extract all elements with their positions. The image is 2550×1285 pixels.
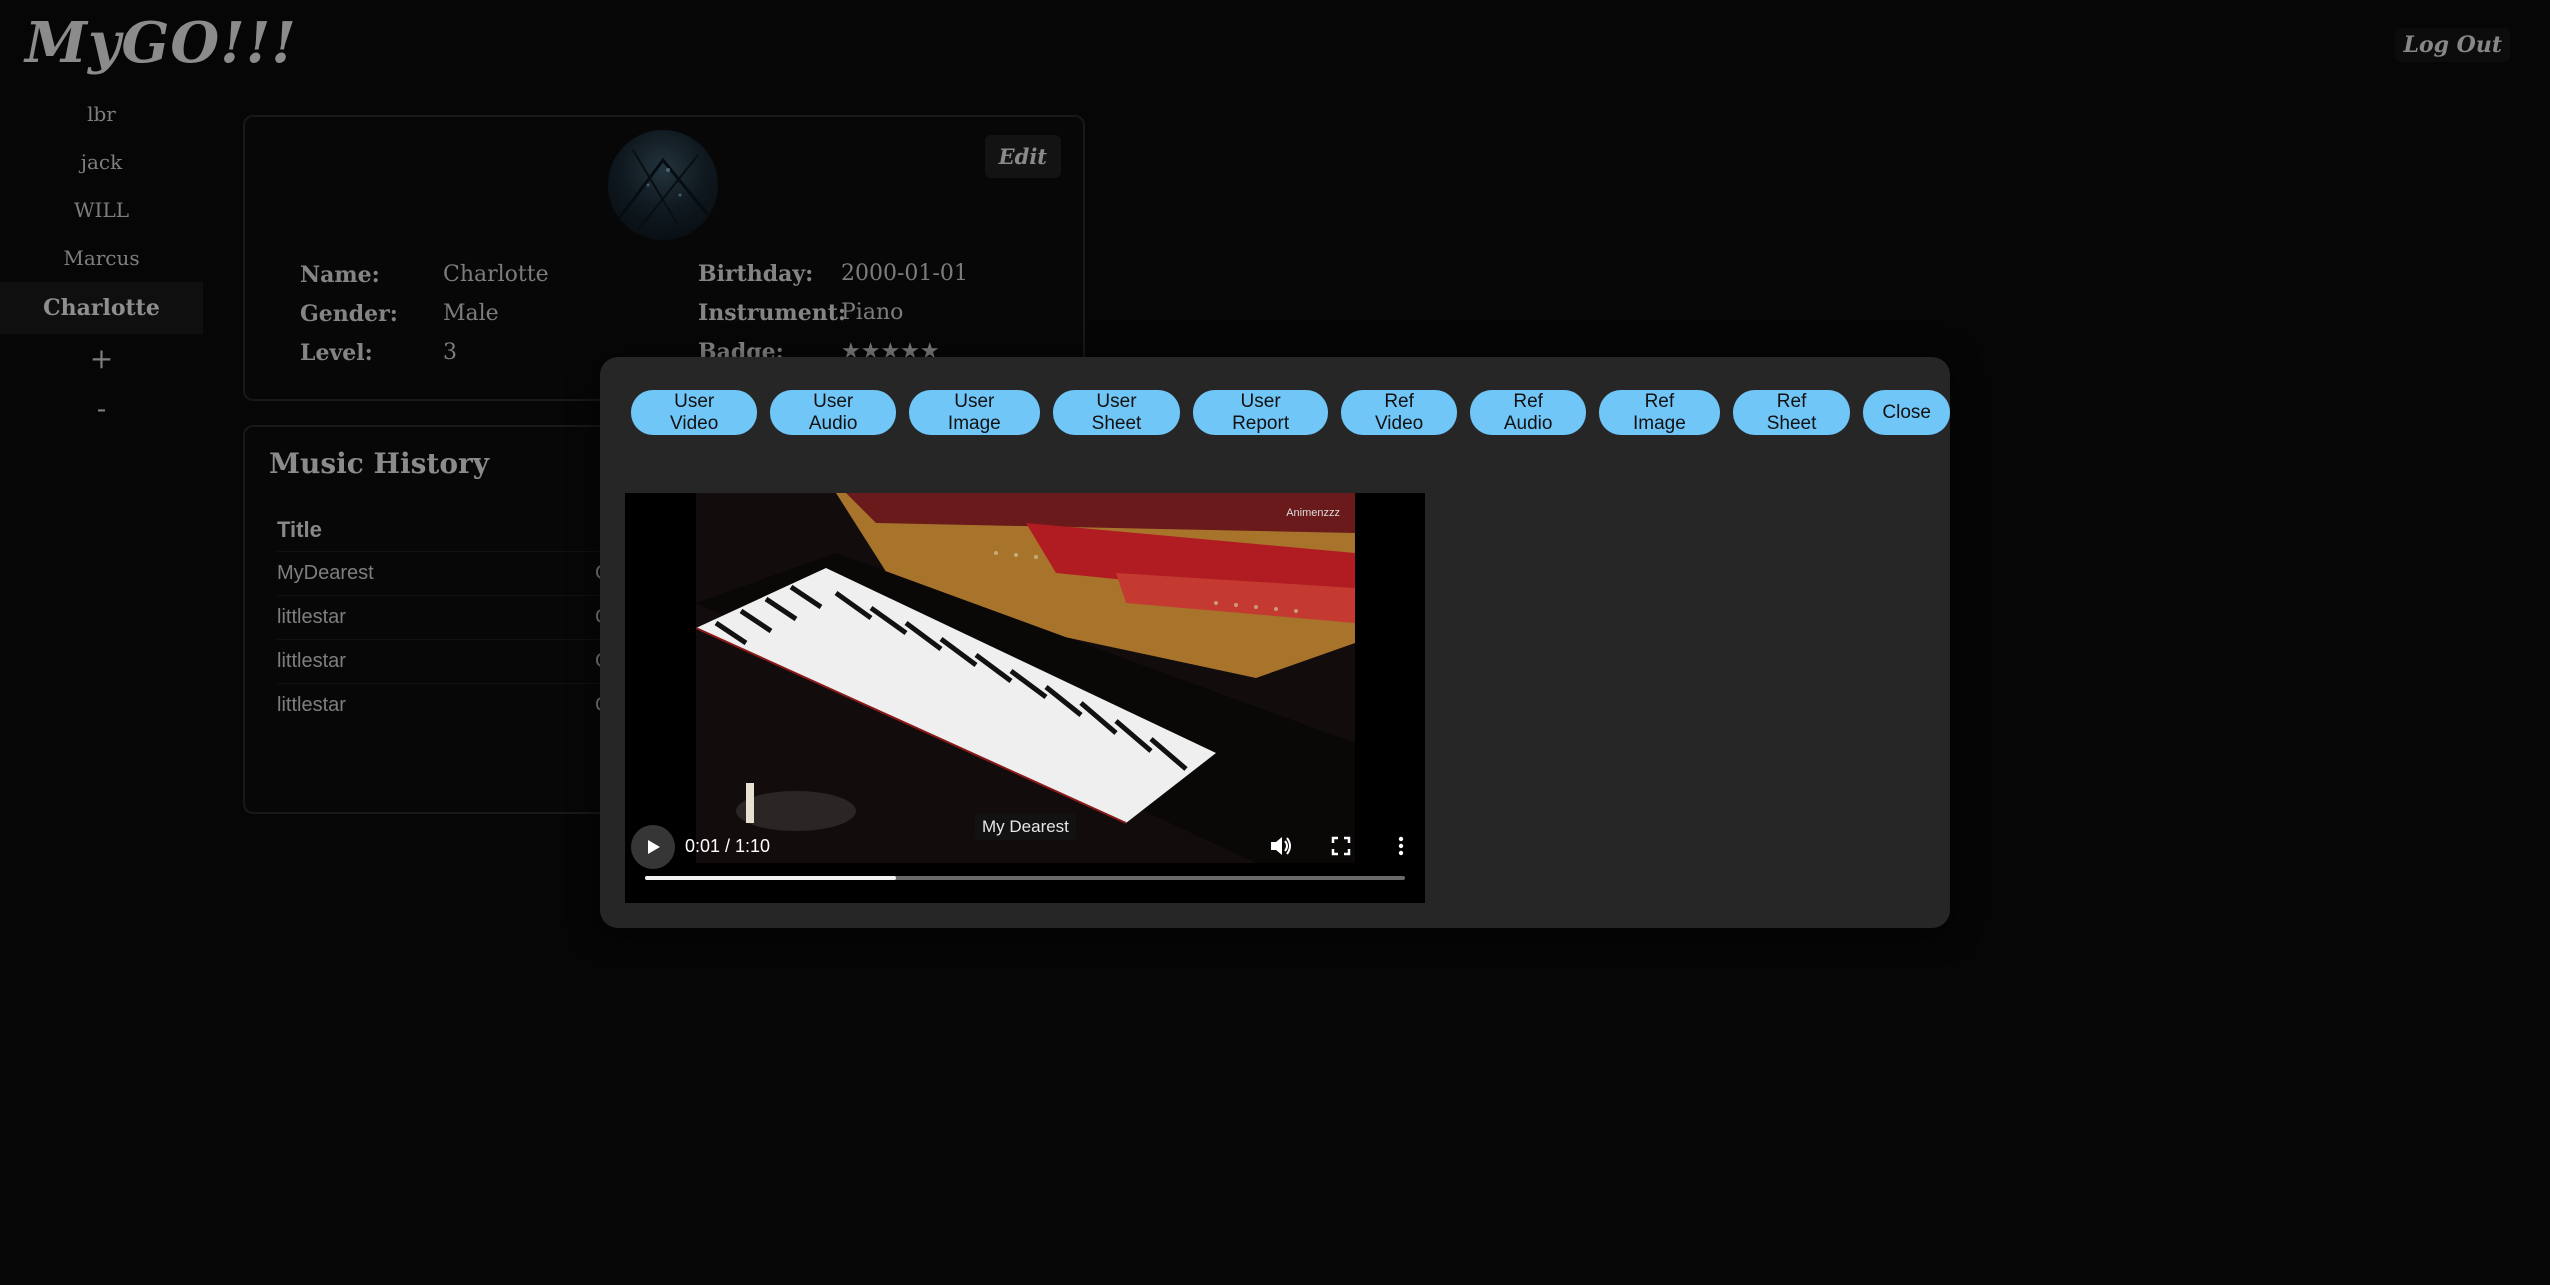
close-button[interactable]: Close: [1863, 390, 1950, 435]
user-audio-button[interactable]: User Audio: [770, 390, 897, 435]
ref-audio-button[interactable]: Ref Audio: [1470, 390, 1587, 435]
play-button[interactable]: [631, 825, 675, 869]
play-icon: [648, 840, 660, 854]
video-controls: 0:01 / 1:10: [625, 823, 1425, 903]
media-modal: User Video User Audio User Image User Sh…: [600, 357, 1950, 928]
ref-image-button[interactable]: Ref Image: [1599, 390, 1720, 435]
user-image-button[interactable]: User Image: [909, 390, 1040, 435]
more-options-icon[interactable]: [1388, 833, 1414, 859]
video-progress-bar[interactable]: [645, 876, 1405, 880]
fullscreen-icon[interactable]: [1328, 833, 1354, 859]
page: MyGO!!! Log Out lbr jack WILL Marcus Cha…: [0, 0, 2550, 1285]
volume-icon[interactable]: [1268, 833, 1294, 859]
video-progress-fill: [645, 876, 896, 880]
video-watermark: Animenzzz: [1286, 507, 1340, 519]
ref-video-button[interactable]: Ref Video: [1340, 390, 1458, 435]
user-video-button[interactable]: User Video: [631, 390, 758, 435]
user-report-button[interactable]: User Report: [1193, 390, 1328, 435]
video-timecode: 0:01 / 1:10: [685, 836, 771, 856]
media-button-row: User Video User Audio User Image User Sh…: [631, 390, 1950, 435]
user-sheet-button[interactable]: User Sheet: [1052, 390, 1181, 435]
video-frame: [696, 493, 1355, 863]
ref-sheet-button[interactable]: Ref Sheet: [1732, 390, 1851, 435]
video-player[interactable]: Animenzzz My Dearest 0:01 / 1:10: [625, 493, 1425, 903]
